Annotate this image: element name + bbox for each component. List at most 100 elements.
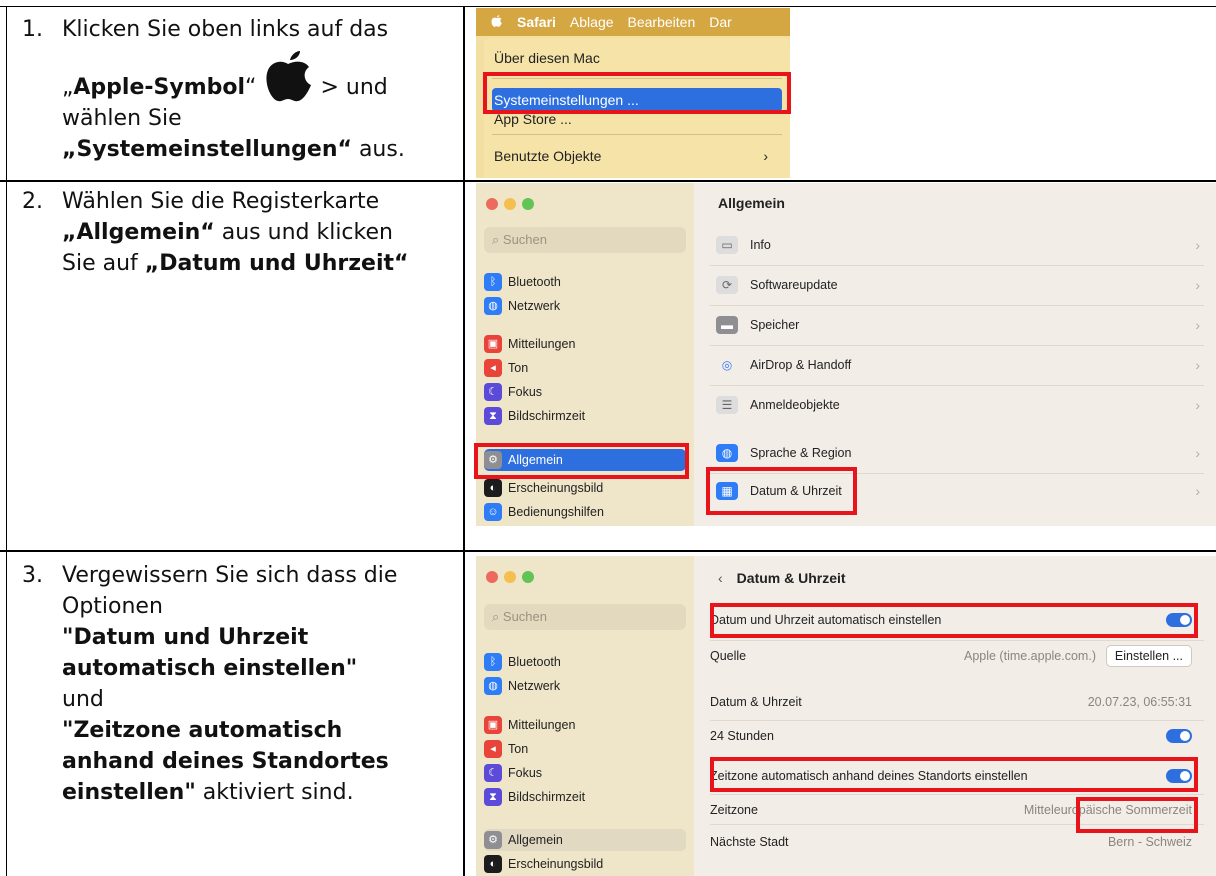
sidebar-item-label: Bedienungshilfen: [508, 505, 604, 519]
moon-icon: ☾: [484, 764, 502, 782]
page-title: ‹ Datum & Uhrzeit: [718, 570, 846, 586]
sidebar-item-label: Netzwerk: [508, 299, 561, 313]
sidebar-item-bluetooth[interactable]: ᛒ Bluetooth: [484, 271, 686, 293]
menu-item-label: Benutzte Objekte: [494, 148, 602, 164]
row-separator: [710, 640, 1204, 641]
sidebar-item-label: Bildschirmzeit: [508, 409, 586, 423]
globe-icon: ◍: [716, 444, 738, 462]
row-24h: 24 Stunden: [710, 722, 1192, 750]
sidebar-item-label: Mitteilungen: [508, 337, 576, 351]
sidebar-item-bedienungshilfen[interactable]: ☺ Bedienungshilfen: [484, 501, 686, 523]
menu-safari[interactable]: Safari: [517, 14, 556, 30]
sidebar-item-allgemein[interactable]: ⚙ Allgemein: [484, 829, 686, 851]
bold-term: Apple-Symbol: [73, 75, 246, 100]
row-separator: [710, 385, 1204, 386]
highlight-allgemein: [474, 443, 689, 479]
row-separator: [710, 345, 1204, 346]
step-line: „Allgemein“ aus und klicken: [62, 217, 437, 248]
sidebar-item-mitteilungen[interactable]: ▣ Mitteilungen: [484, 714, 686, 736]
row-sprache-region[interactable]: ◍ Sprache & Region ›: [710, 435, 1204, 471]
row-label: Quelle: [710, 649, 747, 663]
step-line-tail: aus und klicken: [214, 220, 393, 245]
row-label: AirDrop & Handoff: [750, 358, 852, 372]
sidebar-search-input[interactable]: ⌕ Suchen: [484, 227, 686, 253]
search-placeholder: Suchen: [502, 232, 547, 247]
sidebar-item-label: Mitteilungen: [508, 718, 576, 732]
row-label: Datum & Uhrzeit: [710, 695, 802, 709]
row-label: Info: [750, 238, 771, 252]
menu-item-about-mac[interactable]: Über diesen Mac: [492, 46, 782, 70]
step-line: Wählen Sie die Registerkarte: [62, 189, 380, 214]
back-chevron-icon[interactable]: ‹: [718, 570, 723, 586]
bold-term: "Zeitzone automatisch: [62, 718, 343, 743]
page-title-text: Datum & Uhrzeit: [736, 570, 846, 586]
24h-toggle[interactable]: [1166, 729, 1192, 743]
step-line-tail: > und: [320, 75, 388, 100]
minimize-window-button[interactable]: [504, 198, 516, 210]
sidebar-item-label: Bluetooth: [508, 655, 561, 669]
sidebar-item-bildschirmzeit[interactable]: ⧗ Bildschirmzeit: [484, 786, 686, 808]
sidebar-item-ton[interactable]: ◂ Ton: [484, 357, 686, 379]
zoom-window-button[interactable]: [522, 198, 534, 210]
table-border-row1: [0, 180, 1216, 182]
chevron-right-icon: ›: [1195, 397, 1200, 413]
highlight-auto-timezone: [710, 757, 1198, 792]
sidebar-item-bildschirmzeit[interactable]: ⧗ Bildschirmzeit: [484, 405, 686, 427]
menu-darstellung[interactable]: Dar: [709, 14, 732, 30]
menu-bearbeiten[interactable]: Bearbeiten: [628, 14, 696, 30]
sidebar-item-ton[interactable]: ◂ Ton: [484, 738, 686, 760]
sidebar-item-erscheinungsbild[interactable]: ◐ Erscheinungsbild: [484, 477, 686, 499]
table-border-mid: [463, 6, 465, 876]
row-speicher[interactable]: ▬ Speicher ›: [710, 307, 1204, 343]
window-controls: [486, 570, 540, 588]
step-line: automatisch einstellen": [62, 653, 437, 684]
sidebar-item-label: Bildschirmzeit: [508, 790, 586, 804]
network-globe-icon: ◍: [484, 677, 502, 695]
bluetooth-icon: ᛒ: [484, 273, 502, 291]
highlight-closest-city: [1076, 797, 1198, 833]
quote-open: „: [62, 75, 74, 100]
row-value[interactable]: 20.07.23, 06:55:31: [1088, 695, 1192, 709]
menu-item-recent-items[interactable]: Benutzte Objekte ›: [492, 144, 782, 168]
page-title: Allgemein: [718, 195, 785, 211]
notifications-icon: ▣: [484, 335, 502, 353]
sidebar-item-label: Netzwerk: [508, 679, 561, 693]
apple-menu-icon[interactable]: [490, 13, 503, 32]
chevron-right-icon: ›: [1195, 317, 1200, 333]
row-softwareupdate[interactable]: ⟳ Softwareupdate ›: [710, 267, 1204, 303]
einstellen-button[interactable]: Einstellen ...: [1105, 645, 1192, 667]
close-window-button[interactable]: [486, 198, 498, 210]
step-number: 1.: [22, 17, 43, 42]
sidebar-item-label: Fokus: [508, 766, 543, 780]
step-line: wählen Sie: [62, 106, 182, 131]
minimize-window-button[interactable]: [504, 571, 516, 583]
info-icon: ▭: [716, 236, 738, 254]
sidebar-item-netzwerk[interactable]: ◍ Netzwerk: [484, 295, 686, 317]
sidebar-item-netzwerk[interactable]: ◍ Netzwerk: [484, 675, 686, 697]
sound-icon: ◂: [484, 740, 502, 758]
row-label: 24 Stunden: [710, 729, 774, 743]
table-border-row2: [0, 550, 1216, 552]
chevron-right-icon: ›: [1195, 237, 1200, 253]
row-info[interactable]: ▭ Info ›: [710, 227, 1204, 263]
step-line: Klicken Sie oben links auf das: [62, 17, 389, 42]
row-separator: [710, 305, 1204, 306]
gear-icon: ⚙: [484, 831, 502, 849]
row-separator: [710, 265, 1204, 266]
sidebar-item-fokus[interactable]: ☾ Fokus: [484, 762, 686, 784]
sidebar-item-bluetooth[interactable]: ᛒ Bluetooth: [484, 651, 686, 673]
menu-ablage[interactable]: Ablage: [570, 14, 614, 30]
sidebar-item-mitteilungen[interactable]: ▣ Mitteilungen: [484, 333, 686, 355]
row-value: Apple (time.apple.com.): [963, 649, 1096, 663]
settings-sidebar: ⌕ Suchen ᛒ Bluetooth ◍ Netzwerk ▣ Mitteilun…: [476, 556, 694, 876]
sidebar-search-input[interactable]: ⌕ Suchen: [484, 604, 686, 630]
row-label: Softwareupdate: [750, 278, 838, 292]
close-window-button[interactable]: [486, 571, 498, 583]
row-airdrop[interactable]: ◎ AirDrop & Handoff ›: [710, 347, 1204, 383]
row-anmeldeobjekte[interactable]: ☰ Anmeldeobjekte ›: [710, 387, 1204, 423]
zoom-window-button[interactable]: [522, 571, 534, 583]
software-update-icon: ⟳: [716, 276, 738, 294]
sidebar-item-fokus[interactable]: ☾ Fokus: [484, 381, 686, 403]
bold-term: automatisch einstellen": [62, 656, 358, 681]
sidebar-item-erscheinungsbild[interactable]: ◐ Erscheinungsbild: [484, 853, 686, 875]
